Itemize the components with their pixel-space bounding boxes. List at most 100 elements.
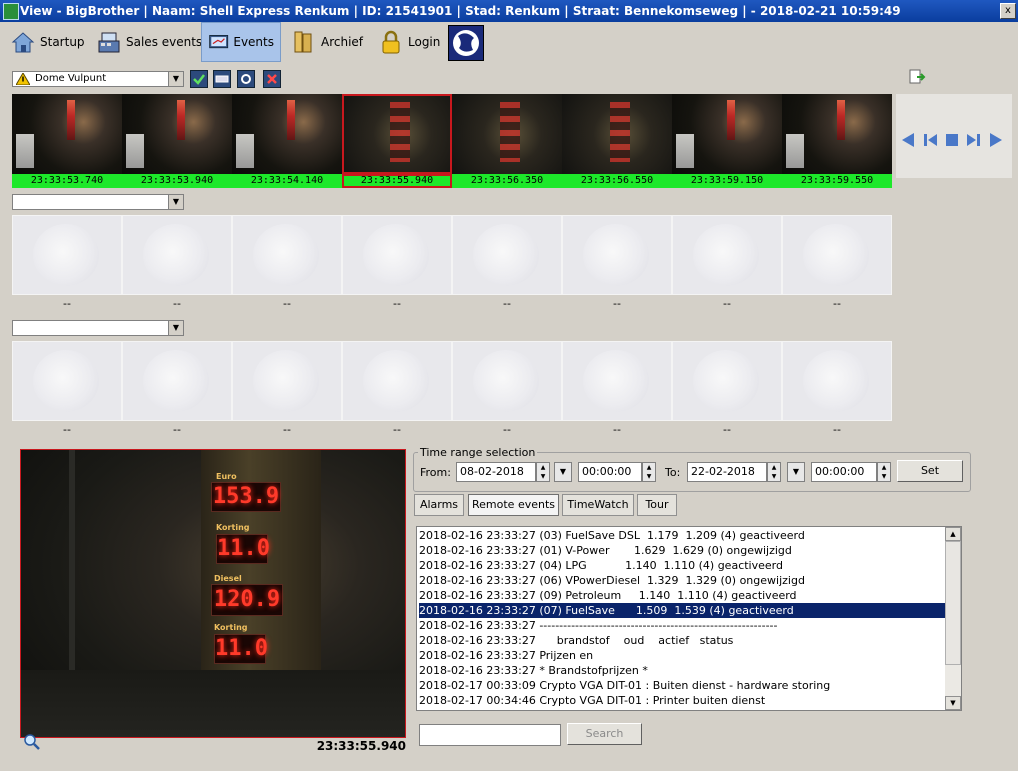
- events-label: Events: [233, 35, 274, 49]
- frame-label: --: [283, 297, 291, 310]
- from-time-spinner[interactable]: ▲ ▼: [642, 462, 656, 482]
- camera3-placeholder: [782, 341, 892, 421]
- from-time-field[interactable]: 00:00:00: [578, 462, 642, 482]
- chevron-down-icon[interactable]: ▼: [168, 72, 183, 86]
- frame-label: --: [63, 297, 71, 310]
- camera1-frame[interactable]: [562, 94, 672, 174]
- playback-controls: [896, 94, 1012, 178]
- price-display: 11.0: [216, 534, 270, 564]
- camera1-frame[interactable]: [452, 94, 562, 174]
- main-camera-image[interactable]: Euro 153.9 Korting 11.0 Diesel 120.9 Kor…: [20, 449, 406, 738]
- camera2-placeholder: [452, 215, 562, 295]
- step-back-icon[interactable]: [922, 132, 938, 148]
- event-row[interactable]: 2018-02-16 23:33:27 * Brandstofprijzen *: [419, 663, 947, 678]
- keyboard-icon: [215, 75, 229, 83]
- tab-tour[interactable]: Tour: [637, 494, 677, 516]
- camera3-select[interactable]: ▼: [12, 320, 184, 336]
- to-date-field[interactable]: 22-02-2018: [687, 462, 767, 482]
- logo-button[interactable]: [448, 25, 484, 61]
- event-row[interactable]: 2018-02-16 23:33:27 (06) VPowerDiesel 1.…: [419, 573, 947, 588]
- event-row[interactable]: 2018-02-17 00:33:09 Crypto VGA DIT-01 : …: [419, 678, 947, 693]
- archive-icon: [294, 31, 312, 53]
- event-row[interactable]: 2018-02-16 23:33:27 brandstof oud actief…: [419, 633, 947, 648]
- camera1-frame[interactable]: [672, 94, 782, 174]
- camera3-placeholder: [452, 341, 562, 421]
- search-button[interactable]: Search: [567, 723, 642, 745]
- cash-register-icon: [98, 32, 120, 53]
- event-row[interactable]: 2018-02-16 23:33:27 --------------------…: [419, 618, 947, 633]
- set-button[interactable]: Set: [897, 460, 963, 482]
- tab-timewatch[interactable]: TimeWatch: [562, 494, 634, 516]
- frame-timestamp: 23:33:56.550: [562, 174, 672, 188]
- login-button[interactable]: Login: [372, 22, 446, 62]
- from-date-dropdown[interactable]: ▼: [554, 462, 572, 482]
- camera2-select[interactable]: ▼: [12, 194, 184, 210]
- camera1-frame[interactable]: [782, 94, 892, 174]
- event-row[interactable]: 2018-02-16 23:33:27 (04) LPG 1.140 1.110…: [419, 558, 947, 573]
- confirm-button[interactable]: [190, 70, 208, 88]
- refresh-icon: [241, 74, 251, 84]
- archief-button[interactable]: Archief: [285, 22, 369, 62]
- camera1-select[interactable]: Dome Vulpunt ▼: [12, 71, 184, 87]
- search-input[interactable]: [419, 724, 561, 746]
- stop-icon[interactable]: [944, 132, 960, 148]
- to-time-spinner[interactable]: ▲ ▼: [877, 462, 891, 482]
- from-date-spinner[interactable]: ▲ ▼: [536, 462, 550, 482]
- frame-label: --: [723, 297, 731, 310]
- to-date-dropdown[interactable]: ▼: [787, 462, 805, 482]
- from-date-field[interactable]: 08-02-2018: [456, 462, 536, 482]
- scroll-down-button[interactable]: ▼: [945, 696, 961, 710]
- scroll-thumb[interactable]: [945, 541, 961, 665]
- event-row[interactable]: 2018-02-16 23:33:27 Prijzen en: [419, 648, 947, 663]
- events-button[interactable]: Events: [201, 22, 281, 62]
- to-time-field[interactable]: 00:00:00: [811, 462, 877, 482]
- export-button[interactable]: [908, 68, 926, 86]
- event-row[interactable]: 2018-02-16 23:33:27 (01) V-Power 1.629 1…: [419, 543, 947, 558]
- rewind-icon[interactable]: [900, 132, 916, 148]
- play-icon[interactable]: [988, 132, 1004, 148]
- tab-remote-events[interactable]: Remote events: [468, 494, 559, 516]
- close-button[interactable]: x: [1000, 3, 1016, 19]
- frame-label: --: [63, 423, 71, 436]
- camera1-select-value: Dome Vulpunt: [35, 73, 107, 84]
- camera2-placeholder: [782, 215, 892, 295]
- frame-label: --: [503, 297, 511, 310]
- camera1-frame-selected[interactable]: [342, 94, 452, 174]
- chevron-down-icon[interactable]: ▼: [168, 195, 183, 209]
- frame-label: --: [613, 423, 621, 436]
- frame-timestamp: 23:33:59.150: [672, 174, 782, 188]
- scroll-up-button[interactable]: ▲: [945, 527, 961, 541]
- zoom-icon[interactable]: [23, 733, 41, 751]
- price-label: Korting: [216, 523, 250, 532]
- camera3-placeholder: [672, 341, 782, 421]
- chevron-down-icon[interactable]: ▼: [168, 321, 183, 335]
- lock-icon: [382, 30, 400, 54]
- login-label: Login: [408, 35, 441, 49]
- frame-timestamp-selected: 23:33:55.940: [342, 174, 452, 188]
- event-row[interactable]: 2018-02-16 23:33:27 (09) Petroleum 1.140…: [419, 588, 947, 603]
- to-date-spinner[interactable]: ▲ ▼: [767, 462, 781, 482]
- camera3-placeholder: [12, 341, 122, 421]
- tab-alarms[interactable]: Alarms: [414, 494, 464, 516]
- camera1-frame[interactable]: [12, 94, 122, 174]
- frame-timestamp: 23:33:54.140: [232, 174, 342, 188]
- camera2-placeholder: [342, 215, 452, 295]
- event-list-scrollbar[interactable]: ▲ ▼: [945, 527, 961, 710]
- startup-button[interactable]: Startup: [4, 22, 91, 62]
- event-list[interactable]: 2018-02-16 23:33:27 (03) FuelSave DSL 1.…: [416, 526, 962, 711]
- event-row[interactable]: 2018-02-16 23:33:27 (03) FuelSave DSL 1.…: [419, 528, 947, 543]
- remove-button[interactable]: [263, 70, 281, 88]
- frame-label: --: [173, 423, 181, 436]
- camera1-frame[interactable]: [122, 94, 232, 174]
- keyboard-button[interactable]: [213, 70, 231, 88]
- chevron-down-icon: ▼: [792, 467, 800, 476]
- event-row[interactable]: 2018-02-17 00:34:46 Crypto VGA DIT-01 : …: [419, 693, 947, 708]
- refresh-button[interactable]: [237, 70, 255, 88]
- sales-events-button[interactable]: Sales events: [90, 22, 208, 62]
- event-row-selected[interactable]: 2018-02-16 23:33:27 (07) FuelSave 1.509 …: [419, 603, 947, 618]
- time-range-legend: Time range selection: [420, 446, 536, 459]
- step-forward-icon[interactable]: [966, 132, 982, 148]
- camera1-frame[interactable]: [232, 94, 342, 174]
- frame-label: --: [283, 423, 291, 436]
- camera2-placeholder: [12, 215, 122, 295]
